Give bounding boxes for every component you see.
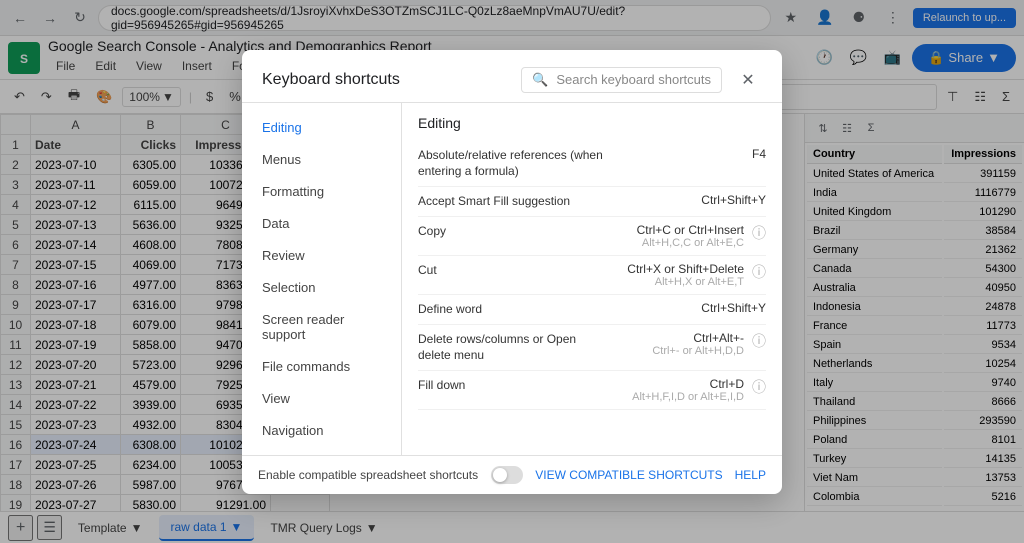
modal-header: Keyboard shortcuts 🔍 Search keyboard sho… — [242, 50, 782, 103]
shortcut-row-copy: Copy Ctrl+C or Ctrl+Insert Alt+H,C,C or … — [418, 217, 766, 256]
shortcut-key-delete-alt: Ctrl+- or Alt+H,D,D — [614, 345, 744, 357]
nav-review[interactable]: Review — [246, 240, 397, 271]
nav-data[interactable]: Data — [246, 208, 397, 239]
shortcut-key-cut-alt: Alt+H,X or Alt+E,T — [614, 276, 744, 288]
modal-sidebar: Editing Menus Formatting Data Review Sel… — [242, 103, 402, 455]
shortcut-row-smart-fill: Accept Smart Fill suggestion Ctrl+Shift+… — [418, 187, 766, 217]
keyboard-shortcuts-modal: Keyboard shortcuts 🔍 Search keyboard sho… — [242, 50, 782, 494]
shortcut-desc-delete: Delete rows/columns or Open delete menu — [418, 331, 606, 365]
nav-file-commands[interactable]: File commands — [246, 351, 397, 382]
shortcut-key-copy: Ctrl+C or Ctrl+Insert — [614, 223, 744, 237]
shortcut-key-cut: Ctrl+X or Shift+Delete — [614, 262, 744, 276]
search-placeholder: Search keyboard shortcuts — [556, 72, 711, 87]
shortcut-desc-smart-fill: Accept Smart Fill suggestion — [418, 193, 638, 210]
compatible-toggle[interactable] — [491, 466, 523, 484]
modal-body: Editing Menus Formatting Data Review Sel… — [242, 103, 782, 455]
shortcut-row-define: Define word Ctrl+Shift+Y — [418, 295, 766, 325]
toggle-knob — [493, 468, 507, 482]
nav-menus[interactable]: Menus — [246, 144, 397, 175]
shortcut-row-delete: Delete rows/columns or Open delete menu … — [418, 325, 766, 372]
help-button[interactable]: HELP — [735, 468, 766, 482]
fill-down-info-icon[interactable]: ⓘ — [752, 377, 766, 397]
modal-footer: Enable compatible spreadsheet shortcuts … — [242, 455, 782, 494]
copy-info-icon[interactable]: ⓘ — [752, 223, 766, 243]
shortcut-desc-define: Define word — [418, 301, 638, 318]
compatible-label: Enable compatible spreadsheet shortcuts — [258, 468, 479, 482]
shortcut-key-define: Ctrl+Shift+Y — [646, 301, 766, 315]
shortcut-row-absolute: Absolute/relative references (when enter… — [418, 141, 766, 188]
modal-search-box[interactable]: 🔍 Search keyboard shortcuts — [521, 67, 722, 93]
shortcut-desc-absolute: Absolute/relative references (when enter… — [418, 147, 638, 181]
modal-title: Keyboard shortcuts — [262, 71, 509, 89]
shortcut-desc-fill-down: Fill down — [418, 377, 606, 394]
shortcut-key-absolute: F4 — [646, 147, 766, 161]
modal-close-button[interactable]: ✕ — [734, 66, 762, 94]
nav-screen-reader[interactable]: Screen reader support — [246, 304, 397, 350]
nav-selection[interactable]: Selection — [246, 272, 397, 303]
shortcut-desc-cut: Cut — [418, 262, 606, 279]
search-icon: 🔍 — [532, 72, 548, 88]
shortcut-key-smart-fill: Ctrl+Shift+Y — [646, 193, 766, 207]
cut-info-icon[interactable]: ⓘ — [752, 262, 766, 282]
shortcut-key-delete: Ctrl+Alt+- — [614, 331, 744, 345]
shortcut-row-cut: Cut Ctrl+X or Shift+Delete Alt+H,X or Al… — [418, 256, 766, 295]
shortcut-key-fill-down: Ctrl+D — [614, 377, 744, 391]
nav-formatting[interactable]: Formatting — [246, 176, 397, 207]
shortcut-key-copy-alt: Alt+H,C,C or Alt+E,C — [614, 237, 744, 249]
nav-view[interactable]: View — [246, 383, 397, 414]
nav-editing[interactable]: Editing — [246, 112, 397, 143]
delete-info-icon[interactable]: ⓘ — [752, 331, 766, 351]
shortcut-row-fill-down: Fill down Ctrl+D Alt+H,F,I,D or Alt+E,I,… — [418, 371, 766, 410]
modal-content: Editing Absolute/relative references (wh… — [402, 103, 782, 455]
view-compatible-button[interactable]: VIEW COMPATIBLE SHORTCUTS — [535, 468, 722, 482]
nav-navigation[interactable]: Navigation — [246, 415, 397, 446]
modal-overlay: Keyboard shortcuts 🔍 Search keyboard sho… — [0, 0, 1024, 543]
shortcut-desc-copy: Copy — [418, 223, 606, 240]
section-editing-title: Editing — [418, 115, 766, 131]
shortcut-key-fill-down-alt: Alt+H,F,I,D or Alt+E,I,D — [614, 391, 744, 403]
